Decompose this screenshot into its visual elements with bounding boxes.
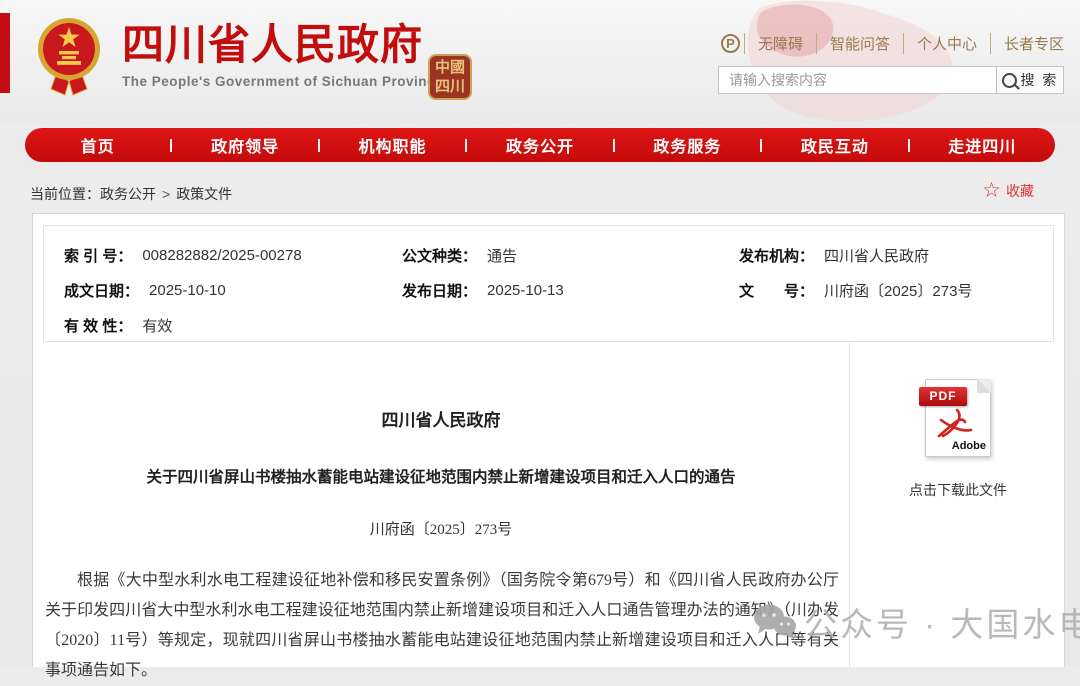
nav-item-home[interactable]: 首页 — [25, 133, 170, 157]
document-article: 四川省人民政府 关于四川省屏山书楼抽水蓄能电站建设征地范围内禁止新增建设项目和迁… — [33, 342, 849, 686]
nav-item-gov-leaders[interactable]: 政府领导 — [172, 133, 317, 157]
top-utility-links: P 无障碍 智能问答 个人中心 长者专区 — [721, 33, 1064, 54]
pdf-badge: PDF — [919, 387, 967, 406]
search-button-label: 搜 索 — [1021, 70, 1059, 90]
article-paragraph: 根据《大中型水利水电工程建设征地补偿和移民安置条例》（国务院令第679号）和《四… — [45, 566, 839, 686]
breadcrumb-policy-documents[interactable]: 政策文件 — [176, 184, 232, 204]
meta-index-number: 索 引 号： 008282882/2025-00278 — [64, 238, 402, 273]
article-doc-number: 川府函〔2025〕273号 — [33, 518, 849, 539]
article-title: 关于四川省屏山书楼抽水蓄能电站建设征地范围内禁止新增建设项目和迁入人口的通告 — [63, 467, 819, 489]
meta-publish-date: 发布日期： 2025-10-13 — [402, 273, 739, 308]
breadcrumb-gov-affairs[interactable]: 政务公开 — [100, 184, 156, 204]
link-senior-zone[interactable]: 长者专区 — [990, 33, 1064, 54]
main-navigation: 首页 政府领导 机构职能 政务公开 政务服务 政民互动 走进四川 — [25, 128, 1055, 162]
chevron-right-icon: > — [162, 186, 170, 202]
pinyin-reader-icon[interactable]: P — [721, 34, 740, 53]
seal-text: 中國四川 — [435, 58, 465, 96]
nav-item-interaction[interactable]: 政民互动 — [762, 133, 907, 157]
search-bar: 搜 索 — [718, 66, 1064, 94]
nav-item-gov-affairs[interactable]: 政务公开 — [467, 133, 612, 157]
article-issuer-heading: 四川省人民政府 — [33, 406, 849, 431]
national-emblem-logo — [36, 15, 102, 97]
download-sidebar: PDF Adobe 点击下载此文件 — [850, 342, 1066, 500]
nav-item-gov-services[interactable]: 政务服务 — [615, 133, 760, 157]
download-link-text[interactable]: 点击下载此文件 — [909, 480, 1007, 500]
document-panel: 索 引 号： 008282882/2025-00278 公文种类： 通告 发布机… — [32, 213, 1065, 667]
page-fold-corner — [977, 379, 991, 393]
search-input[interactable] — [718, 66, 996, 94]
meta-doc-number: 文 号： 川府函〔2025〕273号 — [739, 273, 1053, 308]
breadcrumb-prefix: 当前位置： — [30, 184, 100, 204]
site-subtitle: The People's Government of Sichuan Provi… — [122, 74, 443, 89]
link-smart-qa[interactable]: 智能问答 — [816, 33, 903, 54]
breadcrumb: 当前位置： 政务公开 > 政策文件 — [30, 184, 232, 204]
document-metadata-box: 索 引 号： 008282882/2025-00278 公文种类： 通告 发布机… — [43, 225, 1054, 342]
left-red-banner — [0, 13, 10, 93]
search-icon — [1002, 73, 1017, 88]
site-title: 四川省人民政府 — [122, 22, 443, 68]
page-canvas: 四川省人民政府 The People's Government of Sichu… — [0, 0, 1080, 666]
meta-written-date: 成文日期： 2025-10-10 — [64, 273, 402, 308]
china-sichuan-seal: 中國四川 — [428, 54, 472, 100]
meta-validity: 有 效 性： 有效 — [64, 308, 402, 343]
pdf-download[interactable]: PDF Adobe 点击下载此文件 — [909, 342, 1007, 500]
favorite-button[interactable]: ☆ 收藏 — [982, 180, 1034, 201]
meta-doc-type: 公文种类： 通告 — [402, 238, 739, 273]
nav-item-visit-sichuan[interactable]: 走进四川 — [910, 133, 1055, 157]
search-button[interactable]: 搜 索 — [996, 66, 1064, 94]
link-accessibility[interactable]: 无障碍 — [744, 33, 816, 54]
favorite-label: 收藏 — [1006, 181, 1034, 201]
adobe-wordmark: Adobe — [952, 440, 986, 452]
adobe-swirl-icon — [935, 406, 975, 442]
star-icon: ☆ — [982, 180, 1001, 201]
link-personal-center[interactable]: 个人中心 — [903, 33, 990, 54]
meta-issuing-agency: 发布机构： 四川省人民政府 — [739, 238, 1053, 273]
pdf-file-icon: PDF Adobe — [925, 379, 991, 457]
nav-item-functions[interactable]: 机构职能 — [320, 133, 465, 157]
site-title-block: 四川省人民政府 The People's Government of Sichu… — [122, 22, 443, 89]
